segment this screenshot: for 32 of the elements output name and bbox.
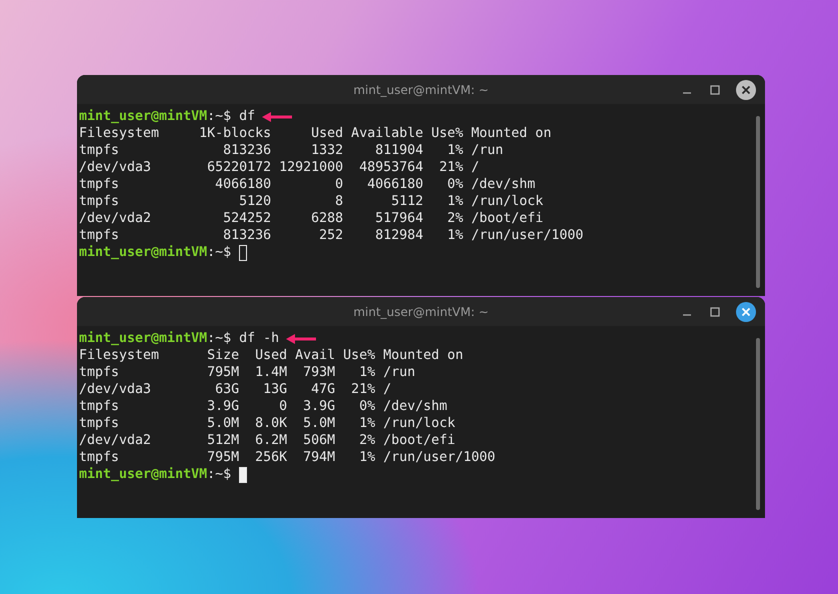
output-line: tmpfs 4066180 0 4066180 0% /dev/shm (79, 176, 536, 193)
command-text: df (239, 108, 256, 125)
prompt-symbol: :~$ (207, 330, 232, 347)
maximize-icon[interactable] (708, 83, 722, 97)
output-line: tmpfs 3.9G 0 3.9G 0% /dev/shm (79, 398, 448, 415)
output-line: /dev/vda2 512M 6.2M 506M 2% /boot/efi (79, 432, 456, 449)
close-icon[interactable] (736, 80, 756, 100)
prompt-user: mint_user@mintVM (79, 466, 208, 483)
scrollbar[interactable] (756, 116, 760, 288)
prompt-symbol: :~$ (207, 466, 232, 483)
output-line: /dev/vda3 65220172 12921000 48953764 21% / (79, 159, 480, 176)
window-title: mint_user@mintVM: ~ (353, 304, 489, 318)
output-line: tmpfs 813236 1332 811904 1% /run (79, 142, 504, 159)
prompt-symbol: :~$ (207, 108, 232, 125)
output-line: Filesystem 1K-blocks Used Available Use% Mounted on (79, 125, 552, 142)
maximize-icon[interactable] (708, 305, 722, 319)
output-line: /dev/vda2 524252 6288 517964 2% /boot/efi (79, 210, 544, 227)
prompt-symbol: :~$ (207, 244, 232, 261)
command-text: df -h (239, 330, 280, 347)
output-line: Filesystem Size Used Avail Use% Mounted on (79, 347, 464, 364)
window-title: mint_user@mintVM: ~ (353, 82, 489, 96)
prompt-user: mint_user@mintVM (79, 108, 208, 125)
prompt-user: mint_user@mintVM (79, 330, 208, 347)
output-line: tmpfs 795M 256K 794M 1% /run/user/1000 (79, 449, 496, 466)
close-icon[interactable] (736, 302, 756, 322)
prompt-user: mint_user@mintVM (79, 244, 208, 261)
scrollbar[interactable] (756, 338, 760, 510)
output-line: tmpfs 5120 8 5112 1% /run/lock (79, 193, 544, 210)
output-line: tmpfs 795M 1.4M 793M 1% /run (79, 364, 416, 381)
output-line: tmpfs 813236 252 812984 1% /run/user/1000 (79, 227, 584, 244)
output-line: tmpfs 5.0M 8.0K 5.0M 1% /run/lock (79, 415, 456, 432)
output-line: /dev/vda3 63G 13G 47G 21% / (79, 381, 392, 398)
